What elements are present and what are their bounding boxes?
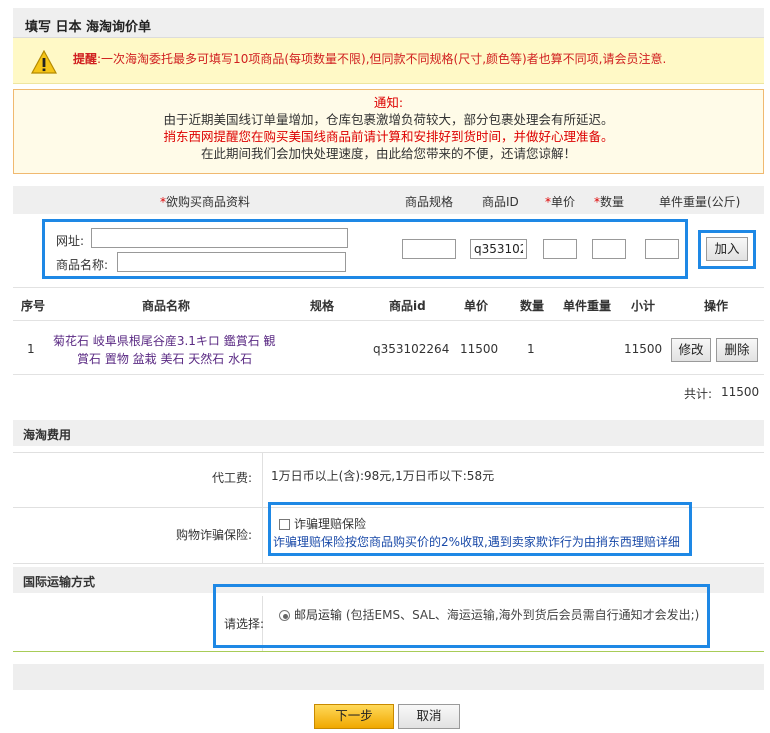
col-price-label: 单价 <box>551 195 576 209</box>
page-title-bar: 填写 日本 海淘询价单 <box>13 8 764 38</box>
quantity-input[interactable] <box>592 239 626 259</box>
warning-text: 提醒:一次海淘委托最多可填写10项商品(每项数量不限),但同款不同规格(尺寸,颜… <box>73 50 666 67</box>
insurance-option[interactable]: 诈骗理赔保险 <box>279 515 366 532</box>
page-title: 填写 日本 海淘询价单 <box>25 20 152 35</box>
divider <box>13 374 764 375</box>
notice-line-1: 由于近期美国线订单量增加，仓库包裹激增负荷较大，部分包裹处理会有所延迟。 <box>163 112 614 127</box>
insurance-checkbox-label: 诈骗理赔保险 <box>294 517 367 531</box>
col-id: 商品ID <box>482 195 519 209</box>
insurance-description: 诈骗理赔保险按您商品购买价的2%收取,遇到卖家欺诈行为由捎东西理赔详细 <box>273 533 680 550</box>
col-spec: 商品规格 <box>405 195 454 209</box>
shipping-radio[interactable] <box>279 610 290 621</box>
service-fee-label-cell: 代工费: <box>13 453 263 507</box>
form-header: *欲购买商品资料 商品规格 商品ID *单价 *数量 单件重量(公斤) <box>13 186 764 214</box>
spec-input[interactable] <box>402 239 456 259</box>
url-input[interactable] <box>91 228 348 248</box>
add-button[interactable]: 加入 <box>706 237 748 261</box>
insurance-desc-text: 诈骗理赔保险按您商品购买价的2%收取,遇到卖家欺诈行为由捎东西理赔 <box>273 535 656 549</box>
product-name-input[interactable] <box>117 252 346 272</box>
cancel-button[interactable]: 取消 <box>398 704 460 729</box>
insurance-label: 购物诈骗保险: <box>175 528 252 542</box>
header-subtotal: 小计 <box>631 299 656 313</box>
shipping-option-post[interactable]: 邮局运输 (包括EMS、SAL、海运运输,海外到货后会员需自行通知才会发出;) <box>279 606 699 623</box>
header-weight: 单件重量 <box>563 299 612 313</box>
col-price: *单价 <box>545 193 575 210</box>
total-label: 共计: <box>684 387 713 401</box>
delete-button[interactable]: 删除 <box>716 338 758 362</box>
shipping-option-desc: (包括EMS、SAL、海运运输,海外到货后会员需自行通知才会发出;) <box>345 608 700 622</box>
divider <box>13 320 764 321</box>
row-subtotal: 11500 <box>624 342 663 356</box>
notice-title: 通知: <box>373 95 404 110</box>
notice-line-2: 捎东西网提醒您在购买美国线商品前请计算和安排好到货时间，并做好心理准备。 <box>163 129 614 144</box>
next-step-button[interactable]: 下一步 <box>314 704 394 729</box>
header-price: 单价 <box>464 299 489 313</box>
fees-section-header: 海淘费用 <box>13 420 764 446</box>
service-fee-row: 代工费: 1万日币以上(含):98元,1万日币以下:58元 <box>13 452 764 508</box>
shipping-section-title: 国际运输方式 <box>23 575 96 589</box>
header-qty: 数量 <box>520 299 545 313</box>
divider <box>13 287 764 288</box>
service-fee-value: 1万日币以上(含):98元,1万日币以下:58元 <box>271 469 495 483</box>
notice-line-3: 在此期间我们会加快处理速度，由此给您带来的不便，还请您谅解！ <box>200 146 576 161</box>
row-price: 11500 <box>460 342 499 356</box>
warning-label: 提醒 <box>73 52 98 66</box>
row-product-link-line2[interactable]: 賞石 置物 盆栽 美石 天然石 水石 <box>77 350 252 367</box>
warning-icon <box>31 50 57 74</box>
product-id-input[interactable] <box>470 239 527 259</box>
fees-section-title: 海淘费用 <box>23 428 72 442</box>
total-value: 11500 <box>721 385 760 399</box>
shipping-option-label: 邮局运输 <box>294 608 343 622</box>
warning-message: :一次海淘委托最多可填写10项商品(每项数量不限),但同款不同规格(尺寸,颜色等… <box>97 52 667 66</box>
notice-box: 通知: 由于近期美国线订单量增加，仓库包裹激增负荷较大，部分包裹处理会有所延迟。… <box>13 89 764 174</box>
warning-banner: 提醒:一次海淘委托最多可填写10项商品(每项数量不限),但同款不同规格(尺寸,颜… <box>13 38 764 84</box>
header-action: 操作 <box>704 299 729 313</box>
col-qty: *数量 <box>594 193 624 210</box>
row-product-link[interactable]: 菊花石 岐阜県根尾谷産3.1キロ 鑑賞石 観 <box>53 332 276 349</box>
insurance-label-cell: 购物诈骗保险: <box>13 508 263 563</box>
row-no: 1 <box>27 342 35 356</box>
insurance-detail-link[interactable]: 详细 <box>656 535 680 549</box>
row-qty: 1 <box>527 342 535 356</box>
weight-input[interactable] <box>645 239 679 259</box>
spacer-bar <box>13 664 764 690</box>
header-name: 商品名称 <box>142 299 191 313</box>
col-product-info-label: 欲购买商品资料 <box>166 195 251 209</box>
col-product-info: *欲购买商品资料 <box>160 193 250 210</box>
edit-button[interactable]: 修改 <box>671 338 711 362</box>
col-qty-label: 数量 <box>600 195 625 209</box>
url-label: 网址: <box>56 234 85 248</box>
insurance-checkbox[interactable] <box>279 519 290 530</box>
shipping-select-label: 请选择: <box>224 617 265 631</box>
product-name-label: 商品名称: <box>56 258 109 272</box>
price-input[interactable] <box>543 239 577 259</box>
service-fee-label: 代工费: <box>211 471 252 485</box>
header-spec: 规格 <box>310 299 335 313</box>
row-id: q353102264 <box>373 342 450 356</box>
header-no: 序号 <box>21 299 46 313</box>
header-id: 商品id <box>389 299 426 313</box>
col-weight: 单件重量(公斤) <box>659 195 741 209</box>
